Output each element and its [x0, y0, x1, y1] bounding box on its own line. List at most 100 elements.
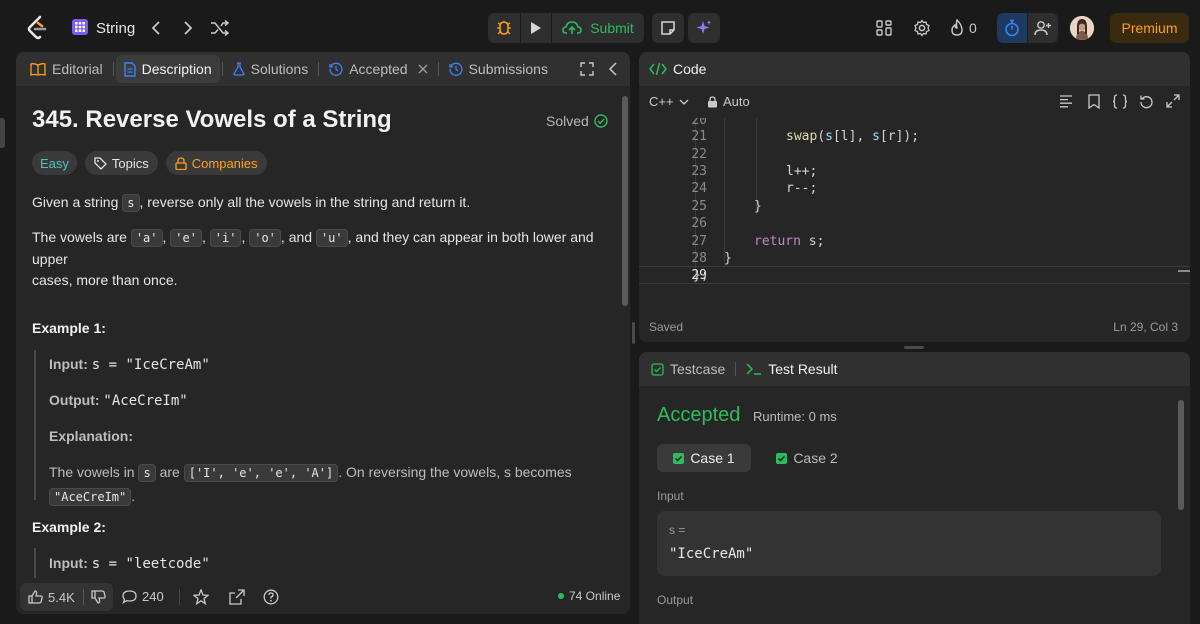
tab-test-result-label: Test Result: [768, 361, 838, 377]
checkbox-icon: [651, 362, 664, 376]
braces-icon[interactable]: [1112, 94, 1128, 109]
code-editor[interactable]: 20 21 swap(s[l], s[r]); 22 23 l++; 24 r-…: [639, 118, 1190, 314]
favorite-star-icon[interactable]: [193, 589, 209, 605]
vertical-splitter[interactable]: [632, 322, 635, 344]
vote-group: 5.4K: [20, 583, 113, 611]
close-icon[interactable]: [418, 64, 428, 74]
invite-button[interactable]: [1028, 13, 1058, 43]
inline-code: 'i': [209, 229, 242, 247]
tab-submissions[interactable]: Submissions: [441, 55, 556, 83]
cursor-position: Ln 29, Col 3: [1113, 320, 1178, 334]
format-icon[interactable]: [1059, 95, 1073, 108]
code-text: };: [693, 268, 709, 283]
bug-icon: [497, 21, 511, 35]
ai-assist-button[interactable]: [688, 13, 720, 43]
scrollbar-thumb[interactable]: [622, 96, 628, 306]
text: , reverse only all the vowels in the str…: [139, 194, 471, 210]
inline-code: 'o': [249, 229, 281, 247]
code-line: 27 return s;: [639, 233, 1190, 251]
problem-list-link[interactable]: String: [96, 18, 135, 38]
chevron-right-icon[interactable]: [178, 16, 198, 40]
expand-icon[interactable]: [580, 62, 594, 76]
tag-icon: [94, 156, 107, 170]
thumbs-down-icon: [91, 590, 106, 604]
text: ,: [241, 229, 246, 245]
tab-description[interactable]: Description: [115, 55, 220, 83]
tab-test-result[interactable]: Test Result: [746, 361, 838, 377]
problem-title: 345. Reverse Vowels of a String: [32, 106, 392, 133]
tab-editorial-label: Editorial: [52, 61, 103, 77]
tab-accepted[interactable]: Accepted: [321, 55, 435, 83]
code-line: 23 l++;: [639, 163, 1190, 181]
variable-value: "IceCreAm": [669, 546, 754, 562]
inline-code: "AceCreIm": [49, 488, 132, 506]
check-circle-icon: [594, 114, 608, 128]
problem-list-icon[interactable]: [72, 19, 88, 35]
layout-icon[interactable]: [874, 18, 894, 38]
tab-testcase[interactable]: Testcase: [651, 361, 725, 377]
result-scrollbar-thumb[interactable]: [1178, 400, 1184, 510]
leetcode-logo[interactable]: [24, 14, 50, 42]
description-panel: Editorial Description Solutions Accepted…: [16, 52, 630, 614]
flask-icon: [232, 62, 245, 76]
collapse-chevron-icon[interactable]: [608, 62, 618, 76]
dislike-button[interactable]: [84, 590, 113, 604]
cloud-upload-icon: [562, 21, 583, 34]
text: The vowels in: [49, 464, 139, 480]
timer-button[interactable]: [997, 13, 1027, 43]
premium-button[interactable]: Premium: [1110, 13, 1189, 43]
case-1-button[interactable]: Case 1: [657, 444, 751, 472]
text: cases, more than once.: [32, 272, 178, 288]
tab-editorial[interactable]: Editorial: [22, 55, 111, 83]
bookmark-icon[interactable]: [1088, 94, 1100, 109]
run-button[interactable]: [521, 13, 551, 43]
case-label: Case 2: [793, 450, 838, 466]
notes-button[interactable]: [652, 13, 684, 43]
reset-icon[interactable]: [1139, 94, 1154, 109]
text: are: [155, 464, 184, 480]
code-line: 29 };: [639, 267, 1190, 285]
tab-description-label: Description: [141, 61, 212, 77]
note-icon: [661, 21, 675, 35]
settings-gear-icon[interactable]: [912, 18, 932, 38]
check-square-icon: [673, 452, 685, 464]
streak-counter[interactable]: 0: [950, 18, 977, 38]
like-button[interactable]: 5.4K: [20, 590, 83, 605]
text: . On reversing the vowels, s becomes: [338, 464, 572, 480]
output-section-label: Output: [657, 593, 694, 607]
line-number: 28: [691, 251, 707, 266]
like-count: 5.4K: [48, 589, 75, 605]
lock-icon: [175, 156, 187, 170]
code-text: return s;: [754, 234, 825, 249]
chevron-left-icon[interactable]: [146, 16, 166, 40]
description-scrollbar[interactable]: [622, 90, 628, 580]
companies-tag[interactable]: Companies: [165, 151, 267, 175]
line-number: 22: [691, 147, 707, 162]
fullscreen-icon[interactable]: [1166, 94, 1180, 108]
comments-button[interactable]: 240: [122, 589, 164, 604]
topics-tag[interactable]: Topics: [84, 151, 158, 175]
horizontal-splitter[interactable]: [904, 346, 924, 349]
debug-button[interactable]: [488, 13, 520, 43]
case-2-button[interactable]: Case 2: [765, 444, 849, 472]
code-brackets-icon: [649, 62, 667, 76]
help-icon[interactable]: [263, 589, 279, 605]
code-text: }: [724, 251, 732, 266]
language-select[interactable]: C++: [649, 94, 689, 109]
tab-solutions[interactable]: Solutions: [225, 55, 317, 83]
input-label: Input:: [49, 356, 88, 372]
submit-button[interactable]: Submit: [552, 13, 644, 43]
shuffle-icon[interactable]: [208, 18, 232, 38]
play-icon: [531, 22, 541, 34]
share-icon[interactable]: [229, 589, 245, 605]
solved-label: Solved: [546, 113, 589, 129]
sidebar-handle[interactable]: [0, 118, 5, 148]
inline-code: ['I', 'e', 'e', 'A']: [183, 464, 339, 482]
auto-mode[interactable]: Auto: [707, 94, 750, 109]
terminal-icon: [746, 363, 762, 375]
example-2-input: Input: s = "leetcode": [49, 555, 210, 572]
avatar[interactable]: [1070, 16, 1094, 40]
text: ,: [162, 229, 167, 245]
case-label: Case 1: [690, 450, 735, 466]
verdict-label: Accepted: [657, 404, 741, 426]
